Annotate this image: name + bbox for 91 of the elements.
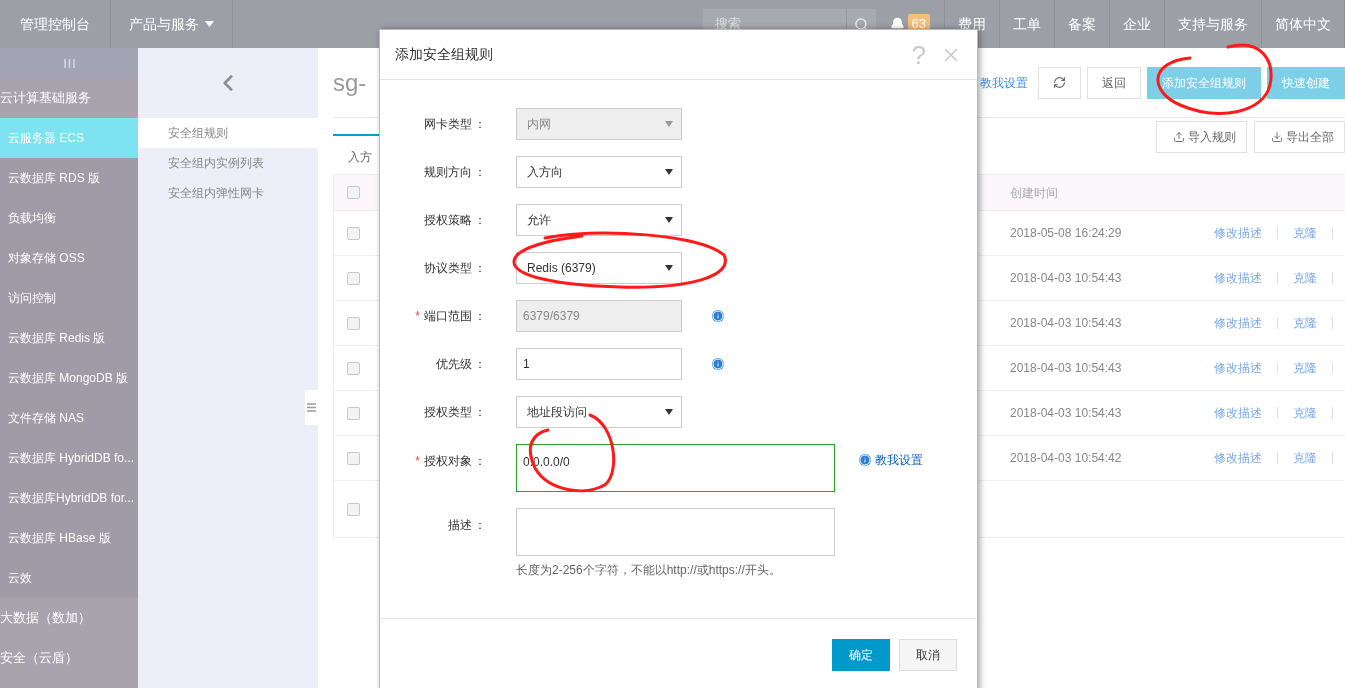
sidebar-item[interactable]: 对象存储 OSS: [0, 238, 138, 278]
info-icon[interactable]: [712, 358, 724, 370]
action-button[interactable]: 添加安全组规则: [1147, 66, 1261, 99]
help-link[interactable]: 教我设置: [980, 73, 1028, 92]
nav-link[interactable]: 支持与服务: [1165, 0, 1262, 48]
sub-nav-item[interactable]: 安全组内实例列表: [138, 148, 318, 178]
text-area[interactable]: [516, 508, 835, 556]
select-field[interactable]: 地址段访问: [516, 396, 682, 428]
upload-icon: [1173, 131, 1185, 143]
checkbox[interactable]: [346, 406, 360, 420]
input-field[interactable]: 1: [516, 348, 682, 380]
checkbox[interactable]: [346, 186, 360, 199]
checkbox[interactable]: [346, 502, 360, 516]
help-icon[interactable]: ?: [911, 41, 926, 68]
row-action-link[interactable]: 克隆: [1293, 449, 1317, 467]
nav-link[interactable]: 备案: [1055, 0, 1110, 48]
nav-link[interactable]: 工单: [1000, 0, 1055, 48]
sidebar-item[interactable]: 云服务器 ECS: [0, 118, 138, 158]
sidebar-item[interactable]: 云数据库 MongoDB 版: [0, 358, 138, 398]
field-label: 协议类型 ：: [424, 260, 486, 277]
back-button[interactable]: 返回: [1087, 66, 1141, 99]
refresh-icon: [1053, 76, 1066, 89]
row-action-link[interactable]: 修改描述: [1214, 224, 1262, 242]
table-cell-text: 2018-04-03 10:54:43: [1010, 405, 1123, 422]
sidebar-item[interactable]: 文件存储 NAS: [0, 398, 138, 438]
select-field[interactable]: 允许: [516, 204, 682, 236]
row-action-link[interactable]: 修改描述: [1214, 269, 1262, 287]
sub-nav-item[interactable]: 安全组内弹性网卡: [138, 178, 318, 208]
field-label: 优先级 ：: [436, 356, 486, 373]
dialog-title: 添加安全组规则: [395, 45, 493, 64]
hint-text: 长度为2-256个字符，不能以http://或https://开头。: [516, 562, 782, 579]
checkbox[interactable]: [346, 316, 360, 330]
table-cell-text: 2018-04-03 10:54:43: [1010, 270, 1123, 287]
help-link[interactable]: 教我设置: [875, 451, 923, 469]
field-label: * 端口范围 ：: [415, 308, 486, 325]
row-action-link[interactable]: 克隆: [1293, 404, 1317, 422]
table-cell-text: 2018-04-03 10:54:43: [1010, 360, 1123, 377]
checkbox[interactable]: [346, 226, 360, 240]
info-icon[interactable]: [859, 454, 871, 466]
select-field[interactable]: 入方向: [516, 156, 682, 188]
sidebar-item[interactable]: 访问控制: [0, 278, 138, 318]
table-cell-text: 2018-04-03 10:54:42: [1010, 450, 1123, 467]
field-label: * 授权对象 ：: [415, 453, 486, 470]
sidebar-item[interactable]: 云数据库 RDS 版: [0, 158, 138, 198]
row-action-link[interactable]: 克隆: [1293, 359, 1317, 377]
sidebar-item[interactable]: 云数据库 Redis 版: [0, 318, 138, 358]
refresh-button[interactable]: [1038, 66, 1081, 99]
nav-link[interactable]: 企业: [1110, 0, 1165, 48]
checkbox[interactable]: [346, 361, 360, 375]
field-label: 授权策略 ：: [424, 212, 486, 229]
collapse-handle[interactable]: [0, 48, 138, 78]
caret-icon: [665, 217, 673, 223]
field-label: 规则方向 ：: [424, 164, 486, 181]
row-action-link[interactable]: 修改描述: [1214, 359, 1262, 377]
checkbox[interactable]: [346, 271, 360, 285]
collapse-tab[interactable]: [305, 390, 318, 425]
caret-icon: [665, 265, 673, 271]
download-icon: [1271, 131, 1283, 143]
caret-icon: [665, 409, 673, 415]
field-label: 描述 ：: [448, 517, 486, 534]
column-header: 创建时间: [1010, 184, 1058, 202]
sidebar-item[interactable]: 负载均衡: [0, 198, 138, 238]
handle-icon: [63, 58, 75, 68]
sidebar-item[interactable]: 云数据库 HybridDB fo...: [0, 438, 138, 478]
tool-button[interactable]: 导入规则: [1156, 121, 1247, 153]
sidebar-item[interactable]: 云数据库HybridDB for...: [0, 478, 138, 518]
page-title: sg-: [333, 67, 367, 98]
field-label: 授权类型 ：: [424, 404, 486, 421]
row-action-link[interactable]: 克隆: [1293, 269, 1317, 287]
select-field[interactable]: Redis (6379): [516, 252, 682, 284]
tool-button[interactable]: 导出全部: [1254, 121, 1345, 153]
sidebar-item[interactable]: 云效: [0, 558, 138, 598]
row-action-link[interactable]: 修改描述: [1214, 314, 1262, 332]
caret-icon: [205, 21, 214, 27]
table-cell-text: 2018-05-08 16:24:29: [1010, 225, 1123, 242]
row-action-link[interactable]: 修改描述: [1214, 404, 1262, 422]
table-cell-text: 2018-04-03 10:54:43: [1010, 315, 1123, 332]
nav-link[interactable]: 简体中文: [1262, 0, 1345, 48]
field-label: 网卡类型 ：: [424, 116, 486, 133]
checkbox[interactable]: [346, 451, 360, 465]
row-action-link[interactable]: 克隆: [1293, 224, 1317, 242]
sub-nav-item[interactable]: 安全组规则: [138, 118, 318, 148]
search-icon[interactable]: [853, 16, 869, 32]
sidebar-item[interactable]: 云数据库 HBase 版: [0, 518, 138, 558]
cancel-button[interactable]: 取消: [899, 639, 957, 671]
caret-icon: [665, 121, 673, 127]
confirm-button[interactable]: 确定: [832, 639, 890, 671]
row-action-link[interactable]: 克隆: [1293, 314, 1317, 332]
action-button[interactable]: 快速创建: [1267, 66, 1345, 99]
list-icon: [307, 403, 316, 412]
row-action-link[interactable]: 修改描述: [1214, 449, 1262, 467]
